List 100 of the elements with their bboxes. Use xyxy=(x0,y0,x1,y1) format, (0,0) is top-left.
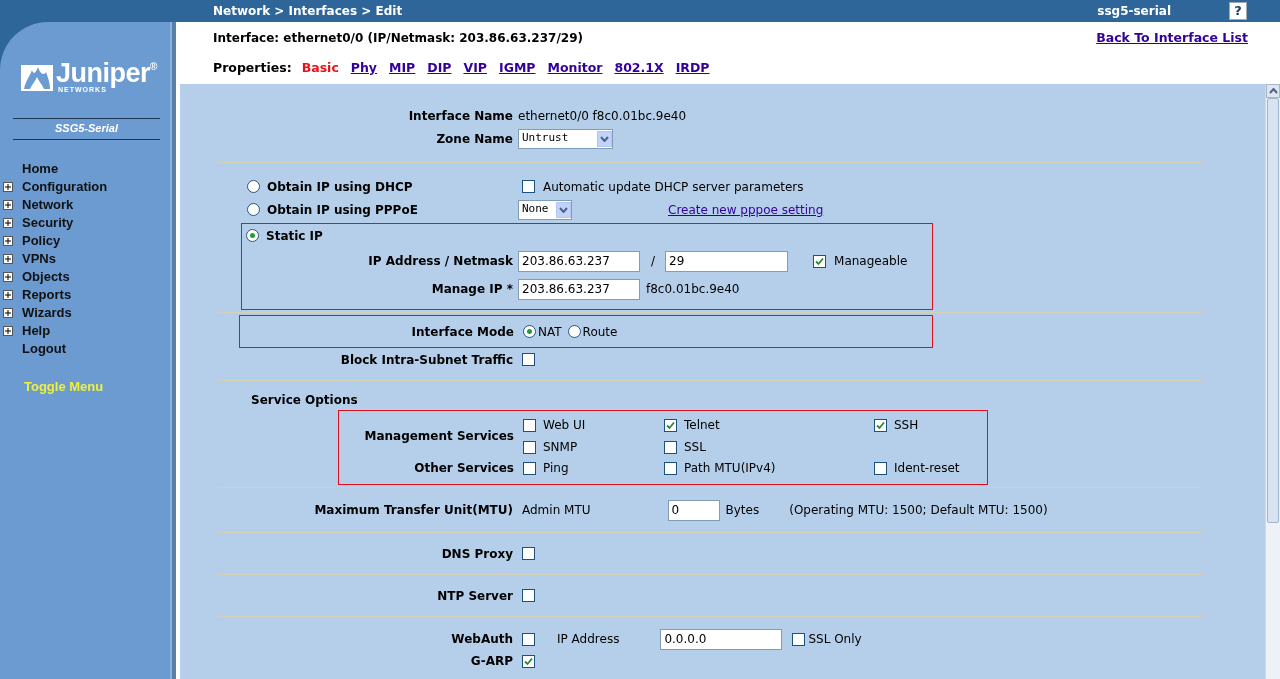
field-label: Interface Mode xyxy=(410,323,515,341)
property-tab[interactable]: 802.1X xyxy=(614,58,664,78)
radio-button[interactable] xyxy=(567,325,581,338)
expand-icon[interactable] xyxy=(3,289,13,300)
scrollbar[interactable] xyxy=(1265,84,1280,679)
menu-item[interactable]: Objects xyxy=(22,266,70,287)
checkbox[interactable] xyxy=(522,353,535,366)
property-tab[interactable]: Basic xyxy=(301,58,339,78)
help-button[interactable]: ? xyxy=(1229,2,1247,20)
checkbox[interactable] xyxy=(523,461,536,475)
expand-icon[interactable] xyxy=(3,199,13,210)
checkbox-label: Web UI xyxy=(543,417,586,434)
checkbox[interactable] xyxy=(522,589,535,602)
unit-label: Bytes xyxy=(725,502,760,519)
checkbox[interactable] xyxy=(664,461,677,475)
mtu-field[interactable]: 0 xyxy=(667,499,720,521)
property-tab[interactable]: DIP xyxy=(427,58,452,78)
section-title: Service Options xyxy=(251,392,359,409)
checkbox[interactable] xyxy=(664,440,677,454)
checkbox[interactable] xyxy=(792,632,806,646)
checkbox[interactable] xyxy=(664,418,677,432)
expand-icon[interactable] xyxy=(3,307,13,318)
netmask-field[interactable]: 29 xyxy=(665,250,789,272)
checkbox-label: SNMP xyxy=(543,439,578,456)
radio-label: Obtain IP using PPPoE xyxy=(267,201,418,219)
field-label: Other Services xyxy=(413,460,515,477)
field-label: Manage IP * xyxy=(430,281,514,298)
menu-item[interactable]: Logout xyxy=(22,338,67,359)
checkbox[interactable] xyxy=(523,418,536,432)
menu-item[interactable]: Wizards xyxy=(22,302,72,323)
checkbox[interactable] xyxy=(522,547,535,560)
checkbox[interactable] xyxy=(523,440,536,454)
device-model: SSG5-Serial xyxy=(13,118,160,140)
property-tab[interactable]: IGMP xyxy=(499,58,536,78)
expand-icon[interactable] xyxy=(3,235,13,246)
field-label: Interface Name xyxy=(407,107,514,125)
radio-label: Obtain IP using DHCP xyxy=(267,178,413,196)
property-tab[interactable]: IRDP xyxy=(675,58,710,78)
pppoe-dropdown[interactable]: None xyxy=(518,199,572,220)
radio-label: Route xyxy=(582,323,618,341)
field-value: ethernet0/0 f8c0.01bc.9e40 xyxy=(518,107,687,125)
ip-address-field[interactable]: 203.86.63.237 xyxy=(518,250,640,272)
expand-icon[interactable] xyxy=(3,325,13,336)
checkbox[interactable] xyxy=(522,654,535,668)
manage-ip-field[interactable]: 203.86.63.237 xyxy=(518,278,640,300)
properties-label: Properties: xyxy=(213,58,292,77)
menu-item[interactable]: Reports xyxy=(22,284,72,305)
separator: / xyxy=(651,253,656,270)
breadcrumb: Network > Interfaces > Edit xyxy=(213,3,403,20)
field-label: Maximum Transfer Unit(MTU) xyxy=(313,502,514,519)
radio-button[interactable] xyxy=(246,229,259,242)
caret-icon xyxy=(597,130,612,147)
property-tab[interactable]: Phy xyxy=(350,58,377,78)
menu-item[interactable]: Network xyxy=(22,194,74,215)
mtu-note: (Operating MTU: 1500; Default MTU: 1500) xyxy=(789,502,1048,519)
expand-icon[interactable] xyxy=(3,217,13,228)
checkbox[interactable] xyxy=(874,418,887,432)
radio-button[interactable] xyxy=(247,203,260,216)
menu-item[interactable]: Home xyxy=(22,158,59,179)
logo-wordmark: Juniper$^{®}$ xyxy=(56,60,157,86)
checkbox[interactable] xyxy=(522,632,535,646)
caret-icon xyxy=(556,201,571,218)
property-tab[interactable]: Monitor xyxy=(547,58,603,78)
field-label: Zone Name xyxy=(435,130,514,148)
expand-icon[interactable] xyxy=(3,181,13,192)
back-link[interactable]: Back To Interface List xyxy=(1096,28,1248,48)
webauth-ip-field[interactable]: 0.0.0.0 xyxy=(660,628,783,650)
checkbox-label: Automatic update DHCP server parameters xyxy=(543,178,804,196)
checkbox[interactable] xyxy=(813,254,827,268)
menu-item[interactable]: Configuration xyxy=(22,176,108,197)
field-label: WebAuth xyxy=(450,631,514,648)
field-label: Admin MTU xyxy=(522,502,591,519)
radio-button[interactable] xyxy=(247,180,260,193)
checkbox[interactable] xyxy=(522,180,535,193)
checkbox-label: Manageable xyxy=(834,253,908,270)
checkbox-label: Ident-reset xyxy=(894,460,960,477)
menu-item[interactable]: Policy xyxy=(22,230,61,251)
mac-address: f8c0.01bc.9e40 xyxy=(646,281,740,298)
scroll-up-icon[interactable] xyxy=(1268,88,1278,94)
checkbox[interactable] xyxy=(874,461,887,475)
menu-item[interactable]: Security xyxy=(22,212,74,233)
menu-item[interactable]: VPNs xyxy=(22,248,56,269)
interface-title: Interface: ethernet0/0 (IP/Netmask: 203.86.63.237/29) xyxy=(213,30,583,47)
checkbox-label: SSL Only xyxy=(808,631,862,648)
field-label: IP Address / Netmask xyxy=(367,253,514,270)
radio-button[interactable] xyxy=(523,325,536,338)
device-name: ssg5-serial xyxy=(1097,3,1171,20)
checkbox-label: Ping xyxy=(543,460,569,477)
expand-icon[interactable] xyxy=(3,253,13,264)
create-pppoe-link[interactable]: Create new pppoe setting xyxy=(668,200,824,219)
field-label: Block Intra-Subnet Traffic xyxy=(339,351,514,369)
field-label: IP Address xyxy=(557,631,620,648)
zone-dropdown[interactable]: Untrust xyxy=(518,128,613,149)
expand-icon[interactable] xyxy=(3,271,13,282)
property-tab[interactable]: VIP xyxy=(463,58,487,78)
checkbox-label: Telnet xyxy=(684,417,720,434)
radio-label: NAT xyxy=(538,323,562,341)
menu-item[interactable]: Help xyxy=(22,320,51,341)
checkbox-label: SSH xyxy=(894,417,919,434)
property-tab[interactable]: MIP xyxy=(389,58,416,78)
